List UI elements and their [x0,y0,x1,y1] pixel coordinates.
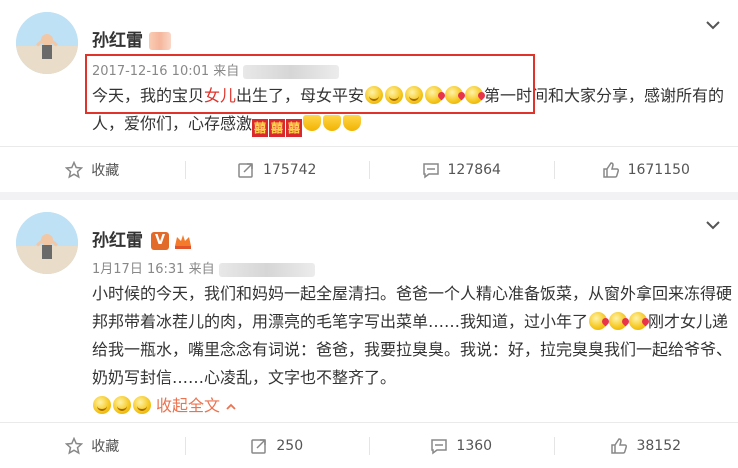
smile-emoji-icon [385,86,404,104]
chevron-up-icon [226,403,236,410]
repost-icon [251,438,267,454]
smile-emoji-icon [405,86,424,104]
post-source-prefix: 来自 [213,64,240,79]
double-happiness-icon: 囍 [252,119,269,137]
smile-emoji-icon [113,396,131,414]
member-crown-icon[interactable] [173,232,193,250]
avatar-image [16,12,78,74]
post-meta: 1月17日 16:31 来自 [92,258,315,277]
kiss-emoji-icon [609,312,628,330]
author-avatar[interactable] [16,212,78,274]
blurred-badge [149,32,171,50]
like-button[interactable]: 38152 [553,423,738,468]
chevron-down-icon[interactable] [704,216,722,234]
avatar-image [16,212,78,274]
comment-button[interactable]: 127864 [369,147,554,192]
thumbs-up-icon [611,437,628,454]
post-content: 今天，我的宝贝女儿出生了，母女平安 第一时间和大家分享，感谢所有的人，爱你们，心存… [92,86,725,137]
repost-button[interactable]: 175742 [184,147,370,192]
post-actions: 收藏 250 1360 38152 [0,422,738,468]
smile-emoji-icon [93,396,111,414]
author-name[interactable]: 孙红雷 [92,26,171,51]
blurred-source [243,64,340,79]
favorite-button[interactable]: 收藏 [0,147,185,192]
weibo-post-1: 孙红雷 2017-12-16 10:01 来自 今天，我的宝贝女儿出生了，母女平… [0,0,738,192]
weibo-post-2: 孙红雷 V 1月17日 16:31 来自 小时候的今天，我们和妈妈一起全屋清扫。爸… [0,200,738,468]
verified-badge[interactable]: V [151,232,169,250]
smile-emoji-icon [133,396,151,414]
star-icon [65,436,84,455]
collapse-text-link[interactable]: 收起全文 [156,396,237,415]
clap-emoji-icon [323,115,342,131]
author-name[interactable]: 孙红雷 V [92,226,193,251]
repost-button[interactable]: 250 [184,423,370,468]
chevron-down-icon[interactable] [704,16,722,34]
repost-icon [238,162,253,178]
smile-emoji-icon [365,86,384,104]
post-actions: 收藏 175742 127864 1671150 [0,146,738,192]
like-button[interactable]: 1671150 [553,147,738,192]
comment-icon [422,162,439,178]
kiss-emoji-icon [589,312,608,330]
double-happiness-icon: 囍 [269,119,286,137]
post-separator [0,192,738,200]
kiss-emoji-icon [445,86,464,104]
post-content: 小时候的今天，我们和妈妈一起全屋清扫。爸爸一个人精心准备饭菜，从窗外拿回来冻得硬… [92,284,733,415]
highlighted-word: 女儿 [204,86,237,105]
double-happiness-icon: 囍 [286,119,303,137]
kiss-emoji-icon [425,86,444,104]
favorite-button[interactable]: 收藏 [0,423,185,468]
post-meta: 2017-12-16 10:01 来自 [92,60,340,79]
post-timestamp[interactable]: 2017-12-16 10:01 [92,64,209,79]
clap-emoji-icon [303,115,322,131]
post-timestamp[interactable]: 1月17日 16:31 [92,262,184,277]
kiss-emoji-icon [465,86,484,104]
kiss-emoji-icon [629,312,648,330]
comment-icon [431,438,448,454]
comment-button[interactable]: 1360 [369,423,554,468]
clap-emoji-icon [343,115,362,131]
author-avatar[interactable] [16,12,78,74]
star-icon [65,160,84,179]
thumbs-up-icon [602,161,619,178]
blurred-source [218,262,315,277]
post-source-prefix: 来自 [188,262,215,277]
